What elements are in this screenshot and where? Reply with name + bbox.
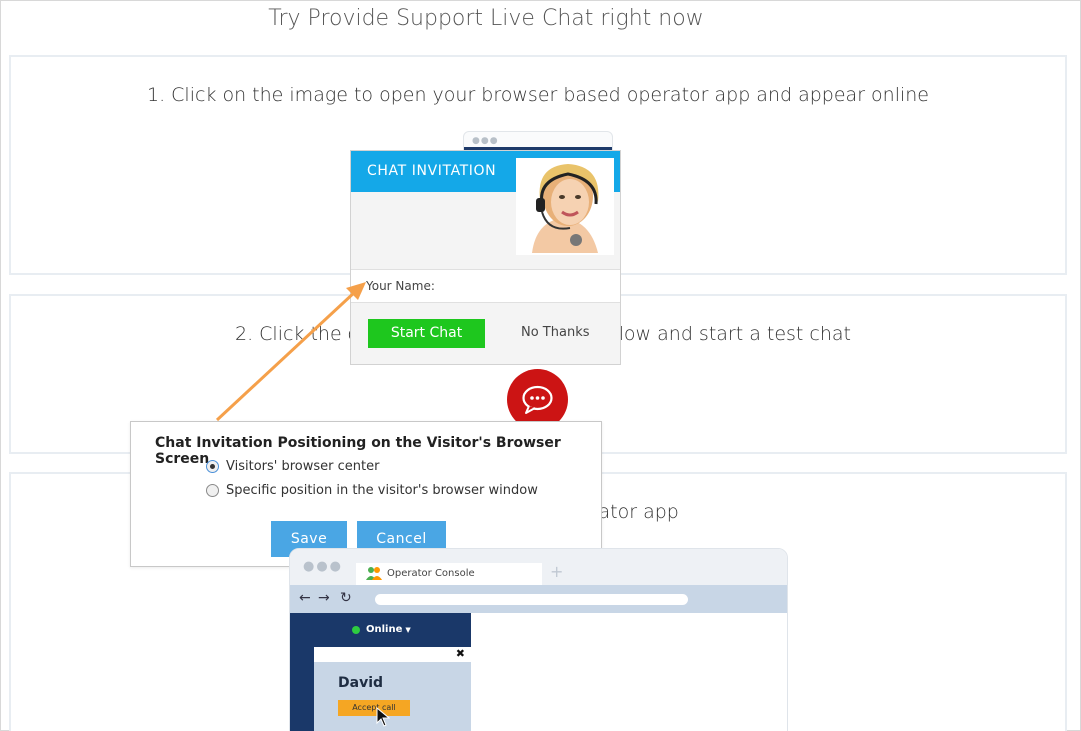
start-chat-button[interactable]: Start Chat (368, 319, 485, 348)
status-label: Online (366, 624, 403, 635)
operator-photo-icon (518, 160, 612, 253)
step-1-text: 1. Click on the image to open your brows… (147, 84, 929, 106)
no-thanks-link[interactable]: No Thanks (521, 325, 590, 340)
url-bar[interactable] (375, 594, 688, 605)
radio-option-specific[interactable]: Specific position in the visitor's brows… (206, 483, 538, 498)
name-label: Your Name: (366, 279, 435, 293)
invitation-title: CHAT INVITATION (367, 163, 497, 179)
operator-console-preview[interactable]: ●●● Operator Console + ← → ↻ Online ▼ ✖ (289, 548, 788, 731)
caller-name: David (338, 675, 384, 691)
reload-icon[interactable]: ↻ (340, 590, 352, 606)
window-dots-icon: ●●● (303, 559, 344, 574)
incoming-call-card: ✖ David Accept call (314, 647, 471, 731)
online-dot-icon (352, 625, 360, 634)
console-tab-bar: ●●● Operator Console + (290, 549, 787, 585)
console-sidebar: Online ▼ ✖ David Accept call (290, 613, 471, 731)
radio-label-center: Visitors' browser center (226, 459, 380, 474)
back-arrow-icon[interactable]: ← (299, 590, 311, 606)
forward-arrow-icon[interactable]: → (318, 590, 330, 606)
chat-invitation[interactable]: CHAT INVITATION Your Name: Start Chat No… (350, 150, 621, 365)
window-dots-icon: ●●● (472, 136, 499, 146)
page-title: Try Provide Support Live Chat right now (268, 6, 704, 31)
radio-unchecked-icon[interactable] (206, 484, 219, 497)
chevron-down-icon: ▼ (405, 625, 411, 634)
online-status[interactable]: Online ▼ (352, 624, 411, 635)
positioning-dialog: Chat Invitation Positioning on the Visit… (130, 421, 602, 567)
radio-option-center[interactable]: Visitors' browser center (206, 459, 379, 474)
step-2-text-right: ndow and start a test chat (599, 323, 852, 345)
tab-label: Operator Console (387, 568, 475, 579)
radio-checked-icon[interactable] (206, 460, 219, 473)
call-card-header: ✖ (314, 647, 471, 662)
new-tab-icon[interactable]: + (550, 562, 563, 581)
name-field[interactable]: Your Name: (351, 269, 620, 303)
accept-call-button[interactable]: Accept call (338, 700, 410, 716)
close-icon[interactable]: ✖ (456, 647, 465, 660)
people-icon (366, 567, 382, 580)
radio-label-specific: Specific position in the visitor's brows… (226, 483, 538, 498)
operator-avatar (516, 158, 614, 255)
console-nav-bar: ← → ↻ (290, 585, 787, 613)
tab-operator-console[interactable]: Operator Console (356, 563, 542, 585)
mouse-cursor-icon (376, 707, 390, 727)
